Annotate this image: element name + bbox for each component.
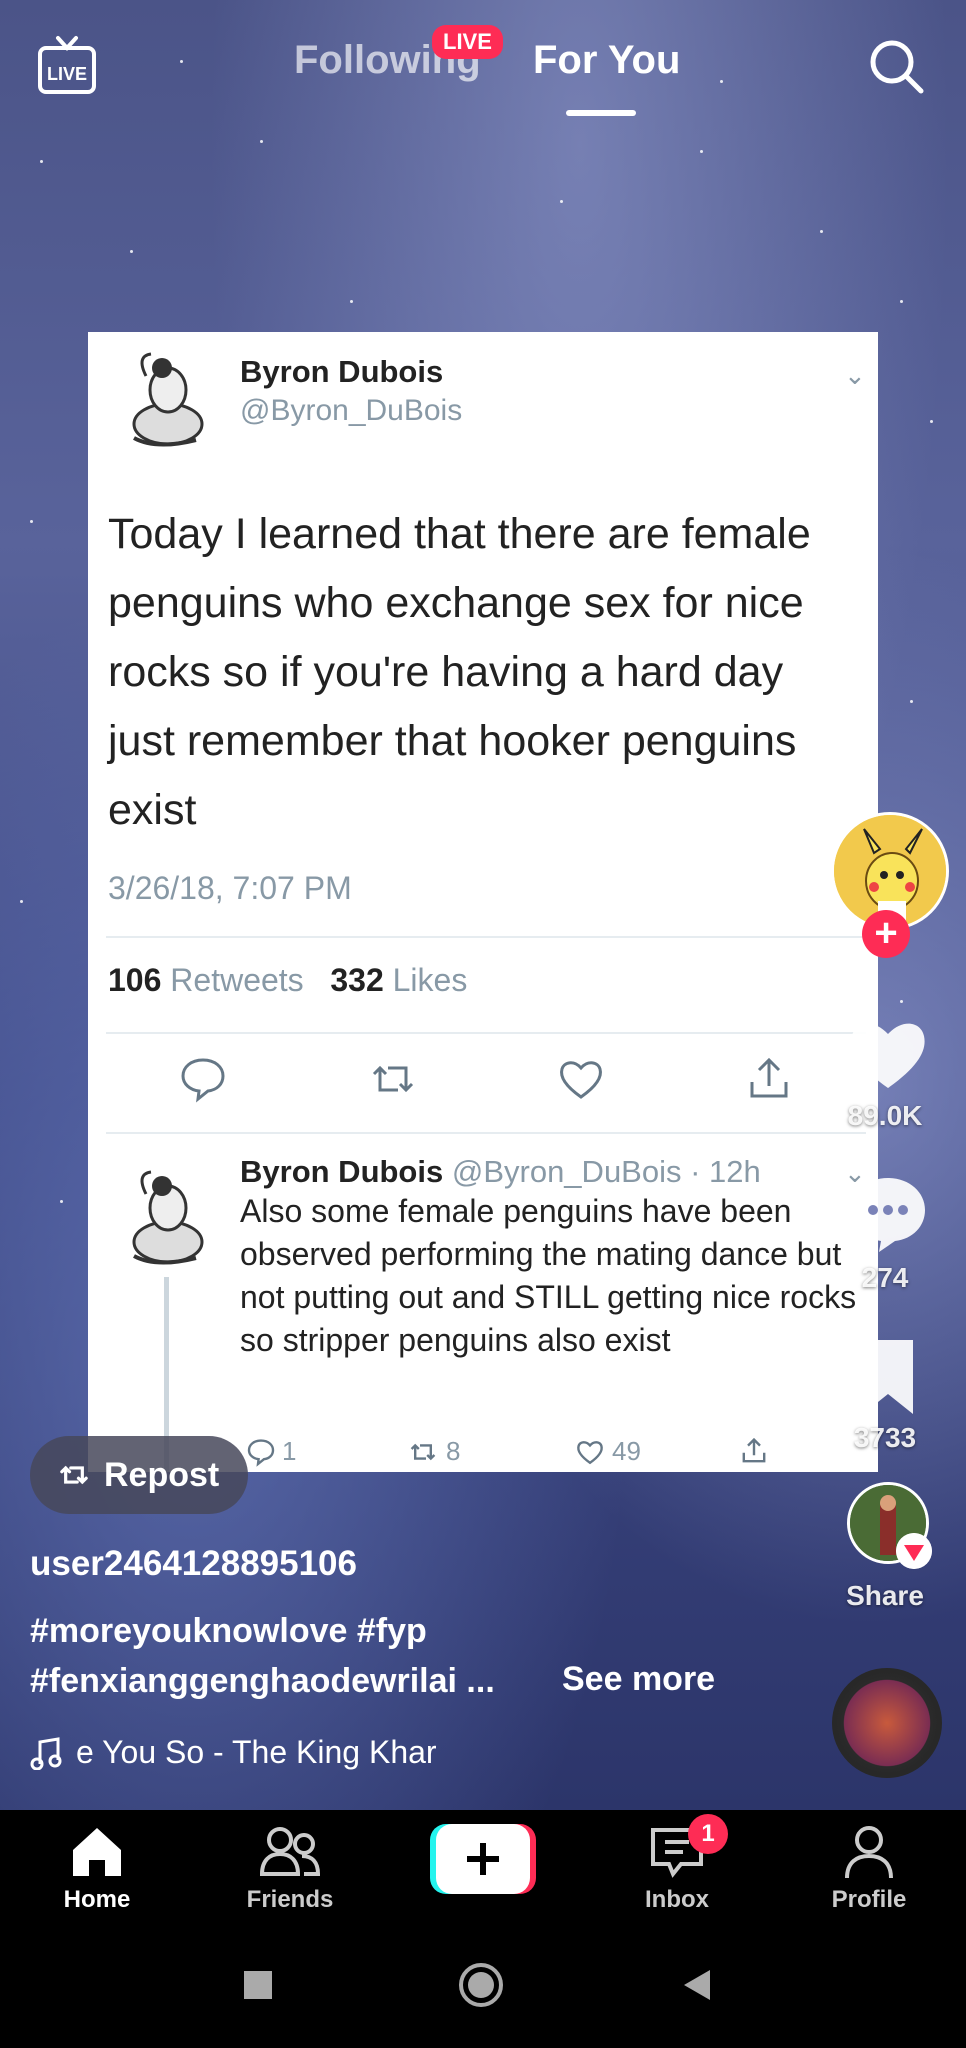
reply-icon: [181, 1058, 225, 1103]
see-more-link[interactable]: See more: [562, 1660, 715, 1699]
reply-like-count: 49: [612, 1436, 641, 1466]
repost-button[interactable]: Repost: [30, 1436, 248, 1514]
home-icon: [73, 1828, 121, 1876]
tweet-handle: @Byron_DuBois: [240, 394, 463, 427]
repost-icon: [60, 1465, 88, 1485]
post-caption-line1[interactable]: #moreyouknowlove #fyp: [30, 1612, 427, 1651]
divider: [106, 1032, 866, 1034]
penguin-avatar-icon: [132, 352, 204, 447]
active-tab-indicator: [566, 110, 636, 116]
live-badge: LIVE: [432, 25, 503, 59]
follow-button[interactable]: +: [862, 910, 910, 958]
recents-icon[interactable]: [243, 1970, 273, 2000]
music-note-icon: [30, 1736, 62, 1770]
back-icon[interactable]: [682, 1968, 712, 2002]
nav-profile-label: Profile: [831, 1886, 907, 1913]
repost-label: Repost: [104, 1455, 220, 1494]
live-tv-icon[interactable]: LIVE: [36, 34, 98, 96]
heart-icon: [560, 1061, 602, 1099]
comment-icon[interactable]: [843, 1168, 933, 1258]
share-icon: [750, 1057, 788, 1098]
retweet-icon: [410, 1443, 436, 1460]
tab-for-you[interactable]: For You: [533, 38, 680, 83]
friends-icon: [259, 1827, 321, 1876]
nav-friends[interactable]: Friends: [220, 1824, 360, 1914]
inbox-badge: 1: [688, 1814, 728, 1854]
reply-replies: 1: [246, 1436, 296, 1467]
share-label[interactable]: Share: [815, 1580, 955, 1612]
retweets-label: Retweets: [170, 962, 304, 998]
bookmark-icon[interactable]: [843, 1332, 933, 1422]
reply-likes: 49: [574, 1436, 641, 1467]
reply-retweets: 8: [406, 1436, 460, 1467]
reply-retweet-count: 8: [446, 1436, 461, 1466]
music-title: e You So - The King Khar: [76, 1734, 437, 1770]
search-icon[interactable]: [866, 36, 926, 96]
nav-inbox-label: Inbox: [645, 1886, 709, 1913]
nav-profile[interactable]: Profile: [799, 1824, 939, 1914]
like-count: 332: [330, 962, 384, 998]
tweet-stats: 106 Retweets 332 Likes: [108, 962, 467, 999]
post-username[interactable]: user2464128895106: [30, 1544, 357, 1584]
home-circle-icon[interactable]: [458, 1962, 504, 2008]
penguin-avatar-icon: [132, 1170, 204, 1265]
reply-header: Byron Dubois @Byron_DuBois · 12h: [240, 1154, 761, 1190]
nav-home-label: Home: [63, 1886, 131, 1913]
reply-icon: [247, 1438, 275, 1467]
music-disc[interactable]: [832, 1668, 942, 1778]
reply-reply-count: 1: [282, 1436, 297, 1466]
divider: [106, 1132, 866, 1134]
profile-icon: [845, 1826, 893, 1879]
nav-home[interactable]: Home: [27, 1824, 167, 1914]
post-caption-line2[interactable]: #fenxianggenghaodewrilai ...: [30, 1662, 495, 1701]
divider: [106, 936, 866, 938]
tweet-text: Today I learned that there are female pe…: [108, 510, 811, 834]
retweet-count: 106: [108, 962, 162, 998]
svg-text:LIVE: LIVE: [47, 64, 87, 84]
like-count: 89.0K: [847, 1100, 923, 1131]
reply-text: Also some female penguins have been obse…: [240, 1193, 857, 1358]
reply-share: [738, 1436, 770, 1466]
save-count: 3733: [853, 1422, 917, 1453]
likes-label: Likes: [392, 962, 468, 998]
create-button[interactable]: [430, 1824, 536, 1894]
tweet-screenshot: Byron Dubois @Byron_DuBois ⌄ Today I lea…: [88, 332, 878, 1472]
tweet-author: Byron Dubois: [240, 354, 444, 389]
chevron-down-icon: ⌄: [844, 360, 866, 390]
retweet-icon: [372, 1065, 414, 1093]
reply-handle-time: @Byron_DuBois · 12h: [451, 1154, 761, 1189]
music-info[interactable]: e You So - The King Khar: [30, 1734, 437, 1771]
heart-icon[interactable]: [843, 1008, 933, 1098]
share-icon: [742, 1437, 766, 1463]
tweet-date: 3/26/18, 7:07 PM: [108, 870, 352, 906]
comment-count: 274: [861, 1262, 909, 1293]
share-arrow-icon: [896, 1533, 932, 1569]
heart-icon: [577, 1440, 603, 1464]
nav-friends-label: Friends: [246, 1886, 334, 1913]
reply-author: Byron Dubois: [240, 1154, 444, 1189]
